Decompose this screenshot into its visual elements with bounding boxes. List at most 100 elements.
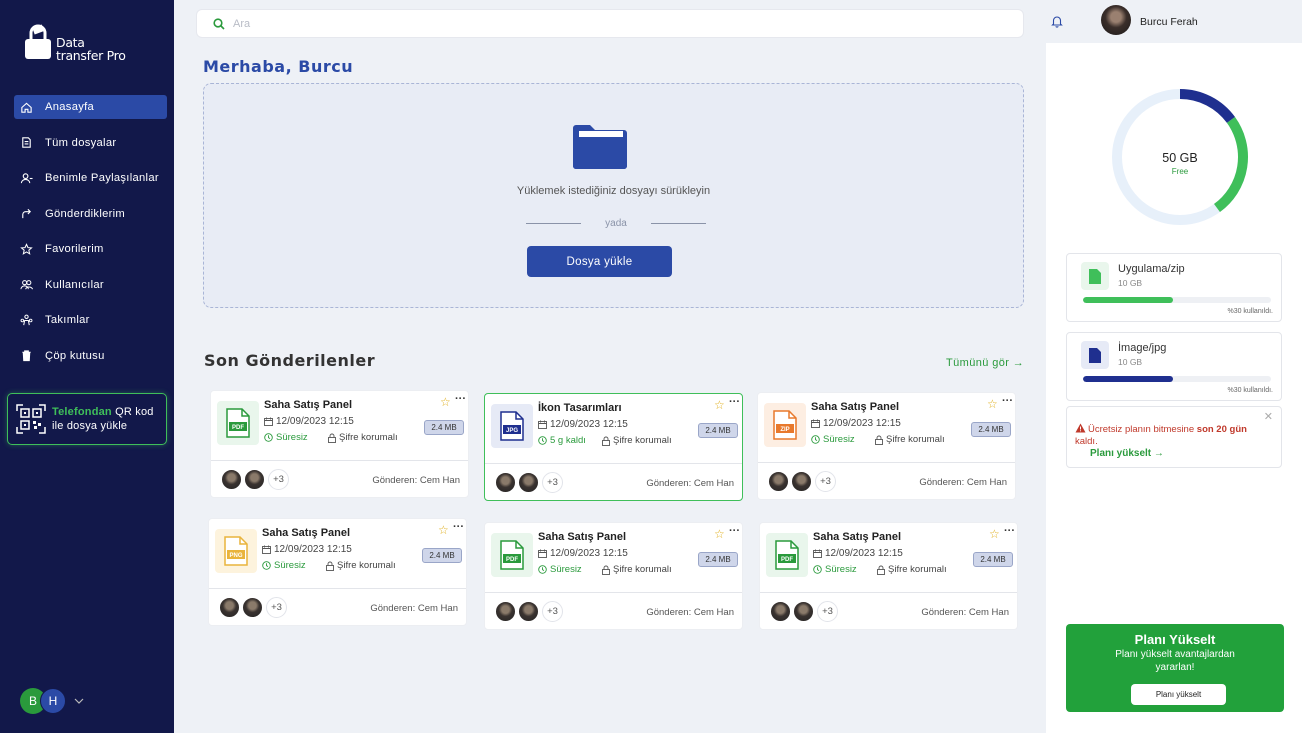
upgrade-subtitle: Planı yükselt avantajlardan yararlan! xyxy=(1115,649,1235,673)
sidebar-item-label: Anasayfa xyxy=(45,101,95,113)
more-recipients: +3 xyxy=(268,469,289,490)
star-icon[interactable]: ☆ xyxy=(987,397,998,411)
star-icon[interactable]: ☆ xyxy=(989,527,1000,541)
avatar xyxy=(770,601,791,622)
file-expiry-status: Süresiz xyxy=(276,432,308,443)
png-file-icon: PNG xyxy=(215,529,257,573)
more-options-icon[interactable]: ··· xyxy=(1004,525,1015,537)
warning-icon xyxy=(1075,423,1086,433)
file-title: Saha Satış Panel xyxy=(264,399,353,411)
close-icon[interactable]: ✕ xyxy=(1264,410,1273,423)
star-icon[interactable]: ☆ xyxy=(714,527,725,541)
recipients[interactable]: +3 xyxy=(495,601,563,622)
sidebar-item-tum-dosyalar[interactable]: Tüm dosyalar xyxy=(14,131,167,155)
file-card[interactable]: PNG Saha Satış Panel 12/09/2023 12:15 Sü… xyxy=(208,518,467,626)
file-sender: Gönderen: Cem Han xyxy=(370,603,458,614)
jpg-file-icon xyxy=(1081,341,1109,369)
file-card[interactable]: PDF Saha Satış Panel 12/09/2023 12:15 Sü… xyxy=(759,522,1018,630)
user-avatar[interactable] xyxy=(1101,5,1131,35)
upload-file-button[interactable]: Dosya yükle xyxy=(527,246,672,277)
see-all-link[interactable]: Tümünü gör → xyxy=(946,357,1024,369)
file-size-badge: 2.4 MB xyxy=(698,423,738,438)
recipients[interactable]: +3 xyxy=(221,469,289,490)
sidebar-item-favorilerim[interactable]: Favorilerim xyxy=(14,237,167,261)
file-card[interactable]: PDF Saha Satış Panel 12/09/2023 12:15 Sü… xyxy=(484,522,743,630)
storage-progress-fill xyxy=(1083,297,1174,303)
more-options-icon[interactable]: ··· xyxy=(455,393,466,405)
user-icon xyxy=(19,171,33,185)
more-recipients: +3 xyxy=(542,601,563,622)
file-expiry-status: 5 g kaldı xyxy=(550,435,586,446)
more-options-icon[interactable]: ··· xyxy=(1002,395,1013,407)
lock-logo-icon xyxy=(25,24,51,59)
more-options-icon[interactable]: ··· xyxy=(453,521,464,533)
upgrade-plan-button[interactable]: Planı yükselt xyxy=(1131,684,1226,705)
file-card[interactable]: PDF Saha Satış Panel 12/09/2023 12:15 Sü… xyxy=(210,390,469,498)
recipients[interactable]: +3 xyxy=(219,597,287,618)
storage-type-name: İmage/jpg xyxy=(1118,342,1167,354)
user-name[interactable]: Burcu Ferah xyxy=(1140,16,1198,28)
file-size-badge: 2.4 MB xyxy=(973,552,1013,567)
avatar xyxy=(495,601,516,622)
bell-icon[interactable] xyxy=(1050,14,1064,28)
file-card[interactable]: JPG İkon Tasarımları 12/09/2023 12:15 5 … xyxy=(484,393,743,501)
qr-text-1: QR kod xyxy=(111,406,154,418)
upload-dropzone[interactable]: Yüklemek istediğiniz dosyayı sürükleyin … xyxy=(203,83,1024,308)
storage-type-zip[interactable]: Uygulama/zip 10 GB %30 kullanıldı. xyxy=(1066,253,1282,322)
avatar xyxy=(221,469,242,490)
pdf-file-icon: PDF xyxy=(217,401,259,445)
lock-icon xyxy=(602,436,610,446)
sidebar: Data transfer Pro Anasayfa Tüm dosyalar … xyxy=(0,0,174,733)
file-protection: Şifre korumalı xyxy=(886,434,945,445)
sidebar-item-gonderdiklerim[interactable]: Gönderdiklerim xyxy=(14,202,167,226)
more-recipients: +3 xyxy=(266,597,287,618)
calendar-icon xyxy=(538,420,547,429)
more-options-icon[interactable]: ··· xyxy=(729,396,740,408)
recipients[interactable]: +3 xyxy=(768,471,836,492)
storage-progress-fill xyxy=(1083,376,1174,382)
sidebar-item-anasayfa[interactable]: Anasayfa xyxy=(14,95,167,119)
star-icon[interactable]: ☆ xyxy=(438,523,449,537)
file-card[interactable]: ZIP Saha Satış Panel 12/09/2023 12:15 Sü… xyxy=(757,392,1016,500)
sidebar-item-kullanicilar[interactable]: Kullanıcılar xyxy=(14,273,167,297)
sidebar-item-takimlar[interactable]: Takımlar xyxy=(14,308,167,332)
workspace-switcher[interactable]: B H xyxy=(20,688,84,714)
file-type-label: PDF xyxy=(232,425,244,431)
file-size-badge: 2.4 MB xyxy=(698,552,738,567)
storage-type-name: Uygulama/zip xyxy=(1118,263,1185,275)
sidebar-item-label: Kullanıcılar xyxy=(45,278,104,291)
warning-days: son 20 gün xyxy=(1196,424,1247,435)
upgrade-plan-link[interactable]: Planı yükselt → xyxy=(1090,448,1164,459)
avatar xyxy=(518,601,539,622)
calendar-icon xyxy=(813,549,822,558)
chevron-down-icon[interactable] xyxy=(74,696,84,707)
file-date: 12/09/2023 12:15 xyxy=(274,544,352,555)
app-logo[interactable]: Data transfer Pro xyxy=(24,22,126,62)
clock-icon xyxy=(264,433,273,442)
calendar-icon xyxy=(262,545,271,554)
recipients[interactable]: +3 xyxy=(770,601,838,622)
file-type-label: PDF xyxy=(506,557,518,563)
or-text: yada xyxy=(605,218,627,229)
sidebar-item-benimle-paylasilanlar[interactable]: Benimle Paylaşılanlar xyxy=(14,166,167,190)
star-icon[interactable]: ☆ xyxy=(440,395,451,409)
storage-type-jpg[interactable]: İmage/jpg 10 GB %30 kullanıldı. xyxy=(1066,332,1282,401)
pdf-file-icon: PDF xyxy=(766,533,808,577)
file-expiry-status: Süresiz xyxy=(825,564,857,575)
file-sender: Gönderen: Cem Han xyxy=(646,478,734,489)
recipients[interactable]: +3 xyxy=(495,472,563,493)
clock-icon xyxy=(813,565,822,574)
more-options-icon[interactable]: ··· xyxy=(729,525,740,537)
file-icon xyxy=(19,136,33,150)
pdf-file-icon: PDF xyxy=(491,533,533,577)
clock-icon xyxy=(811,435,820,444)
sidebar-item-cop-kutusu[interactable]: Çöp kutusu xyxy=(14,344,167,368)
search-input[interactable] xyxy=(233,17,933,30)
qr-text-2: ile dosya yükle xyxy=(52,420,128,432)
qr-upload-button[interactable]: Telefondan QR kod ile dosya yükle xyxy=(7,393,167,445)
clock-icon xyxy=(262,561,271,570)
star-icon[interactable]: ☆ xyxy=(714,398,725,412)
clock-icon xyxy=(538,436,547,445)
folder-icon xyxy=(573,125,627,169)
star-icon xyxy=(19,242,33,256)
